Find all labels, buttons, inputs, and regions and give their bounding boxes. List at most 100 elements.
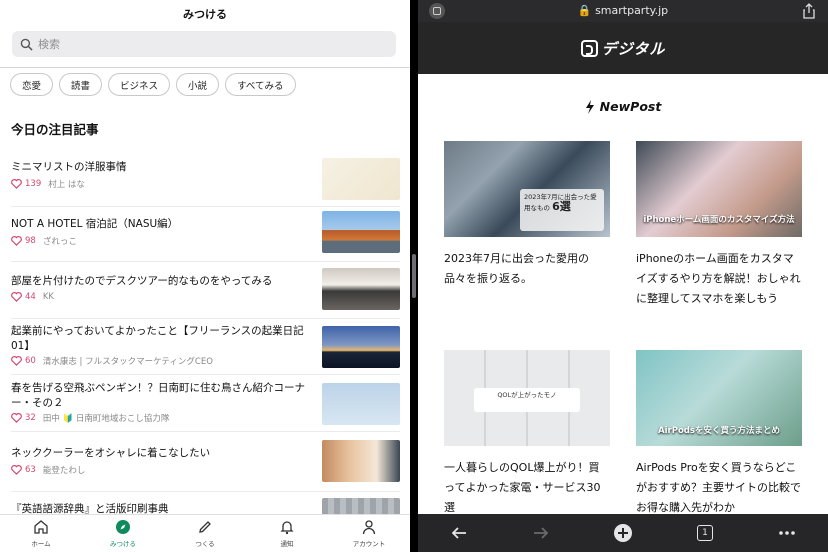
bottom-tab-bar: ホーム みつける つくる 通知 アカウント <box>0 514 410 552</box>
more-button[interactable] <box>767 518 807 548</box>
tab-label: 通知 <box>280 540 294 548</box>
thumbnail-caption: QOLが上がったモノ <box>474 388 580 412</box>
article-title: NOT A HOTEL 宿泊記（NASU編） <box>11 218 179 230</box>
chip-novel[interactable]: 小説 <box>176 73 220 96</box>
site-logo[interactable]: デジタル <box>580 38 666 59</box>
chip-business[interactable]: ビジネス <box>108 73 171 96</box>
article-thumbnail[interactable] <box>322 211 400 253</box>
like-count: 63 <box>25 465 36 475</box>
article-thumbnail[interactable] <box>322 158 400 200</box>
article-thumbnail[interactable] <box>322 326 400 368</box>
plus-icon <box>614 524 632 542</box>
thumbnail-caption: AirPodsを安く買う方法まとめ <box>658 426 780 436</box>
post-card[interactable]: 2023年7月に出会った愛用なもの 6選 2023年7月に出会った愛用の品々を振… <box>444 141 610 289</box>
article-title: ネッククーラーをオシャレに着こなしたい <box>11 447 211 459</box>
post-card[interactable]: QOLが上がったモノ 一人暮らしのQOL爆上がり！買ってよかった家電・サービス3… <box>444 350 610 518</box>
search-icon <box>20 38 33 51</box>
back-arrow-icon <box>451 527 466 539</box>
like-count: 44 <box>25 292 36 302</box>
post-title[interactable]: iPhoneのホーム画面をカスタマイズするやり方を解説！おしゃれに整理してスマホ… <box>636 249 802 309</box>
post-title[interactable]: 一人暮らしのQOL爆上がり！買ってよかった家電・サービス30選 <box>444 458 610 518</box>
article-title: 春を告げる空飛ぶペンギン！？日南町に住む鳥さん紹介コーナー・その２ <box>11 382 305 409</box>
heart-icon[interactable] <box>11 179 22 189</box>
post-card[interactable]: iPhoneホーム画面のカスタマイズ方法 iPhoneのホーム画面をカスタマイズ… <box>636 141 802 309</box>
article-title: 起業前にやっておいてよかったこと【フリーランスの起業日記01】 <box>11 325 304 352</box>
section-heading: NewPost <box>418 99 828 114</box>
post-title[interactable]: AirPods Proを安く買うならどこがおすすめ？主要サイトの比較でお得な購入… <box>636 458 802 518</box>
author-name[interactable]: 田中 🔰 日南町地域おこし協力隊 <box>43 412 170 424</box>
author-name[interactable]: KK <box>43 292 54 302</box>
article-thumbnail[interactable] <box>322 440 400 482</box>
like-count: 32 <box>25 413 36 423</box>
lightning-icon <box>585 99 594 114</box>
article-meta: 32 田中 🔰 日南町地域おこし協力隊 <box>11 412 169 424</box>
tab-label: アカウント <box>352 540 386 548</box>
note-app-pane: みつける 検索 恋愛 読書 ビジネス 小説 すべてみる 今日の注目記事 ミニマリ… <box>0 0 410 552</box>
article-meta: 139 村上 はな <box>11 178 85 190</box>
divider <box>11 261 400 262</box>
site-header: デジタル <box>418 22 828 74</box>
author-name[interactable]: 清水康志 | フルスタックマーケティングCEO <box>43 355 213 367</box>
author-name[interactable]: 村上 はな <box>48 178 85 190</box>
heart-icon[interactable] <box>11 465 22 475</box>
more-icon <box>779 531 795 535</box>
divider <box>11 318 400 319</box>
article-meta: 60 清水康志 | フルスタックマーケティングCEO <box>11 355 213 367</box>
post-thumbnail[interactable]: iPhoneホーム画面のカスタマイズ方法 <box>636 141 802 237</box>
post-card[interactable]: AirPodsを安く買う方法まとめ AirPods Proを安く買うならどこがお… <box>636 350 802 518</box>
new-tab-button[interactable] <box>603 518 643 548</box>
thumbnail-caption: iPhoneホーム画面のカスタマイズ方法 <box>643 215 795 225</box>
article-title: 部屋を片付けたのでデスクツアー的なものをやってみる <box>11 275 273 287</box>
tab-home[interactable]: ホーム <box>0 515 82 552</box>
search-placeholder: 検索 <box>38 38 60 51</box>
divider <box>11 431 400 432</box>
back-button[interactable] <box>439 518 479 548</box>
divider <box>11 206 400 207</box>
forward-button[interactable] <box>521 518 561 548</box>
safari-address-bar: 🔒 smartparty.jp <box>418 0 828 22</box>
bell-icon <box>280 521 294 535</box>
compass-icon <box>116 520 130 534</box>
safari-pane: 🔒 smartparty.jp デジタル NewPost 2023年7月に出会っ… <box>418 0 828 552</box>
article-thumbnail[interactable] <box>322 268 400 310</box>
post-thumbnail[interactable]: 2023年7月に出会った愛用なもの 6選 <box>444 141 610 237</box>
author-name[interactable]: ざれっこ <box>43 235 77 247</box>
section-title: 今日の注目記事 <box>11 122 99 137</box>
divider <box>0 67 410 68</box>
post-thumbnail[interactable]: QOLが上がったモノ <box>444 350 610 446</box>
url-field[interactable]: 🔒 smartparty.jp <box>418 4 828 17</box>
article-title: ミニマリストの洋服事情 <box>11 161 127 173</box>
heart-icon[interactable] <box>11 292 22 302</box>
tab-label: つくる <box>195 540 215 548</box>
author-name[interactable]: 能登たわし <box>43 464 86 476</box>
like-count: 139 <box>25 179 42 189</box>
user-icon <box>362 520 376 535</box>
tab-notifications[interactable]: 通知 <box>246 515 328 552</box>
tab-account[interactable]: アカウント <box>328 515 410 552</box>
heart-icon[interactable] <box>11 236 22 246</box>
chip-reading[interactable]: 読書 <box>59 73 103 96</box>
pencil-icon <box>199 521 211 533</box>
section-title: NewPost <box>599 99 662 114</box>
tab-count: 1 <box>697 525 713 541</box>
chip-romance[interactable]: 恋愛 <box>10 73 54 96</box>
tab-create[interactable]: つくる <box>164 515 246 552</box>
divider <box>11 374 400 375</box>
tab-discover[interactable]: みつける <box>82 515 164 552</box>
share-icon[interactable] <box>802 3 816 19</box>
split-view-handle[interactable] <box>412 254 416 298</box>
article-thumbnail[interactable] <box>322 383 400 425</box>
heart-icon[interactable] <box>11 356 22 366</box>
chip-see-all[interactable]: すべてみる <box>225 73 296 96</box>
home-icon <box>34 520 48 534</box>
like-count: 60 <box>25 356 36 366</box>
url-text: smartparty.jp <box>595 4 669 17</box>
post-title[interactable]: 2023年7月に出会った愛用の品々を振り返る。 <box>444 249 610 289</box>
tabs-button[interactable]: 1 <box>685 518 725 548</box>
split-view-divider[interactable] <box>410 0 418 552</box>
heart-icon[interactable] <box>11 413 22 423</box>
post-thumbnail[interactable]: AirPodsを安く買う方法まとめ <box>636 350 802 446</box>
thumbnail-caption: 2023年7月に出会った愛用なもの 6選 <box>520 189 604 231</box>
logo-mark-icon <box>580 39 598 57</box>
search-input[interactable]: 検索 <box>12 31 396 57</box>
